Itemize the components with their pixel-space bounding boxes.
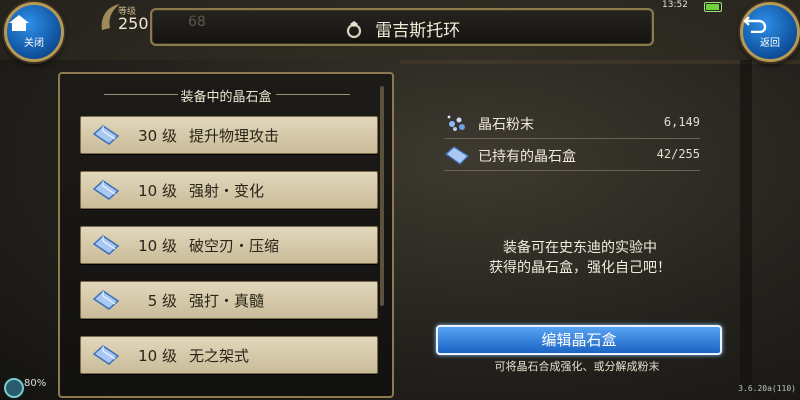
description-line-1: 装备可在史东迪的实验中: [503, 240, 657, 256]
page-title: 雷吉斯托环: [375, 21, 461, 41]
claw-ornament-icon: [101, 4, 120, 30]
owned-boxes-value: 42/255: [656, 147, 700, 161]
owned-boxes-label: 已持有的晶石盒: [478, 149, 576, 165]
crystal-box-icon: [92, 235, 120, 255]
title-divider-right: [276, 94, 350, 95]
slot-level: 30 级: [138, 127, 177, 145]
slot-name: 破空刃・压缩: [189, 237, 280, 255]
level-background-value: 68: [188, 14, 206, 30]
crystal-powder-value: 6,149: [663, 115, 700, 129]
crystal-box-icon: [92, 345, 120, 365]
info-divider: [444, 138, 700, 139]
crystal-slot[interactable]: 10 级 无之架式: [80, 336, 378, 374]
crystal-slot[interactable]: 10 级 强射・变化: [80, 171, 378, 209]
home-icon: [9, 15, 29, 31]
crystal-powder-label: 晶石粉末: [478, 117, 534, 133]
slot-list-scrollbar[interactable]: [380, 86, 384, 306]
slot-name: 强射・变化: [189, 182, 265, 200]
slot-name: 无之架式: [189, 347, 250, 365]
version-label: 3.6.20a(110): [738, 384, 796, 393]
crystal-slot[interactable]: 5 级 强打・真髓: [80, 281, 378, 319]
slot-level: 5 级: [147, 292, 177, 310]
close-button-label: 关闭: [24, 38, 44, 49]
crystal-box-icon: [92, 125, 120, 145]
close-button[interactable]: 关闭: [4, 2, 64, 62]
back-button[interactable]: 返回: [740, 2, 800, 62]
crystal-powder-row: 晶石粉末 6,149: [444, 110, 702, 136]
status-circle-icon: [4, 378, 24, 398]
description-line-2: 获得的晶石盒，强化自己吧！: [489, 260, 671, 276]
equipped-crystal-panel: 装备中的晶石盒 30 级 提升物理攻击 10 级 强射・变化 10 级 破空刃・…: [58, 72, 394, 398]
crystal-powder-icon: [447, 115, 465, 131]
crystal-box-icon: [444, 146, 470, 165]
slot-name: 提升物理攻击: [189, 127, 280, 145]
crystal-slot[interactable]: 30 级 提升物理攻击: [80, 116, 378, 154]
slot-level: 10 级: [138, 182, 177, 200]
status-percent: 80%: [24, 378, 47, 389]
slot-name: 强打・真髓: [189, 292, 265, 310]
edit-crystal-box-button[interactable]: 编辑晶石盒: [436, 325, 722, 355]
ring-icon: [346, 21, 361, 39]
slot-level: 10 级: [138, 347, 177, 365]
title-bar: 雷吉斯托环: [150, 8, 654, 46]
back-button-label: 返回: [760, 38, 780, 49]
background-pillar: [740, 60, 752, 390]
crystal-slot[interactable]: 10 级 破空刃・压缩: [80, 226, 378, 264]
info-divider: [444, 170, 700, 171]
battery-icon: [704, 2, 722, 12]
edit-hint: 可将晶石合成强化、或分解成粉末: [494, 360, 660, 373]
level-value: 250: [118, 14, 149, 33]
crystal-box-icon: [92, 180, 120, 200]
return-arrow-icon: [743, 16, 767, 33]
crystal-box-icon: [92, 290, 120, 310]
equipped-panel-title: 装备中的晶石盒: [180, 90, 272, 105]
clock: 13:52: [662, 0, 688, 10]
owned-boxes-row: 已持有的晶石盒 42/255: [444, 142, 702, 168]
slot-level: 10 级: [138, 237, 177, 255]
